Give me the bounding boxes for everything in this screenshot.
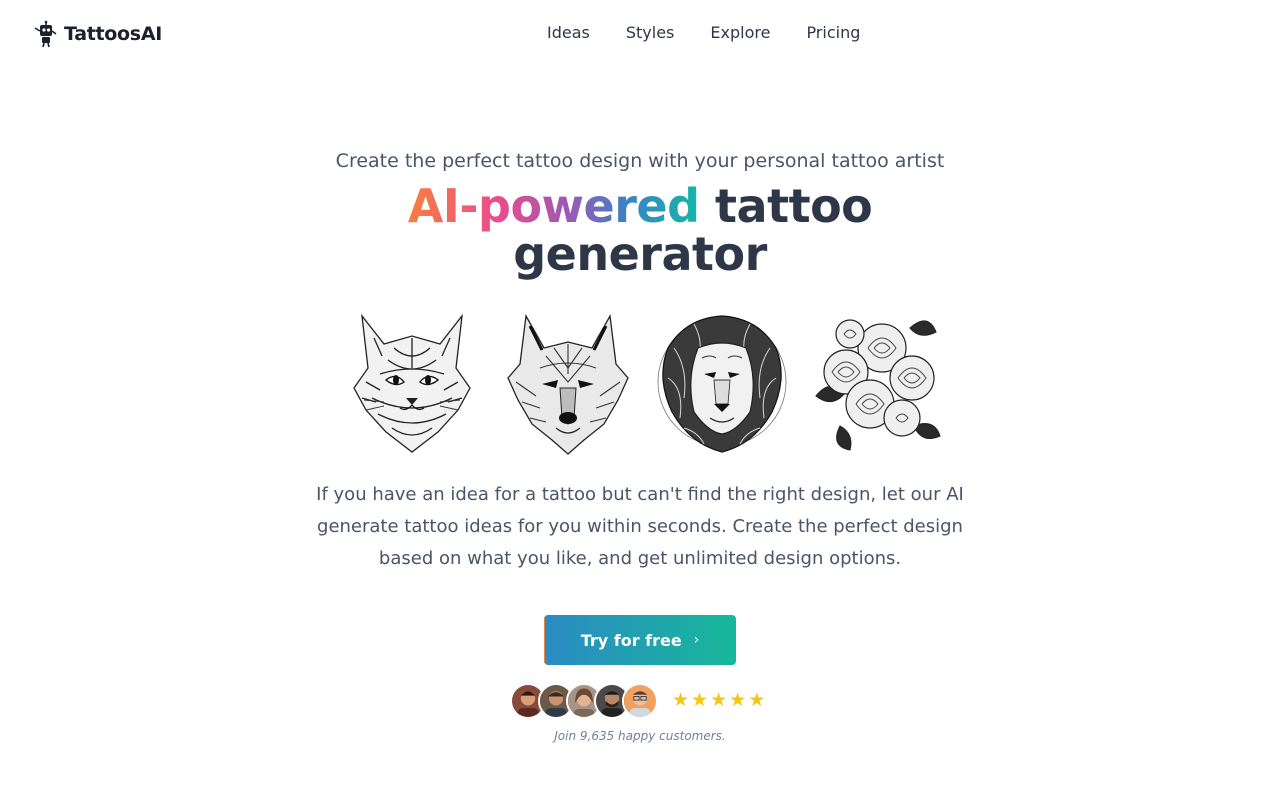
- logo-link[interactable]: TattoosAI: [32, 20, 162, 48]
- nav-styles[interactable]: Styles: [608, 23, 693, 43]
- nav-pricing[interactable]: Pricing: [788, 23, 878, 43]
- star-icon: ★: [729, 689, 747, 711]
- star-rating: ★ ★ ★ ★ ★: [672, 689, 765, 711]
- site-header: TattoosAI Ideas Styles Explore Pricing: [0, 0, 1280, 68]
- robot-icon: [34, 20, 57, 48]
- star-icon: ★: [748, 689, 766, 711]
- cta-label: Try for free: [580, 630, 682, 650]
- nav-explore[interactable]: Explore: [692, 23, 788, 43]
- lion-tattoo-image: [657, 315, 787, 453]
- hero-headline: AI-powered tattoo generator: [340, 182, 940, 278]
- avatar: [622, 683, 658, 719]
- try-for-free-button[interactable]: Try for free ›: [544, 615, 736, 665]
- chevron-right-icon: ›: [693, 632, 700, 648]
- customers-caption: Join 9,635 happy customers.: [554, 729, 726, 743]
- star-icon: ★: [691, 689, 709, 711]
- brand-name: TattoosAI: [64, 23, 162, 45]
- nav-ideas[interactable]: Ideas: [529, 23, 608, 43]
- wolf-tattoo-image: [507, 313, 629, 455]
- tattoo-gallery: [340, 308, 950, 458]
- star-icon: ★: [710, 689, 728, 711]
- headline-gradient-text: AI-powered: [407, 179, 700, 233]
- roses-tattoo-image: [815, 319, 941, 451]
- star-icon: ★: [672, 689, 690, 711]
- hero-subtitle: Create the perfect tattoo design with yo…: [335, 150, 945, 172]
- main-nav: Ideas Styles Explore Pricing: [529, 23, 878, 43]
- hero-description: If you have an idea for a tattoo but can…: [316, 484, 964, 569]
- cat-tattoo-image: [353, 313, 471, 453]
- social-proof: ★ ★ ★ ★ ★: [510, 683, 780, 719]
